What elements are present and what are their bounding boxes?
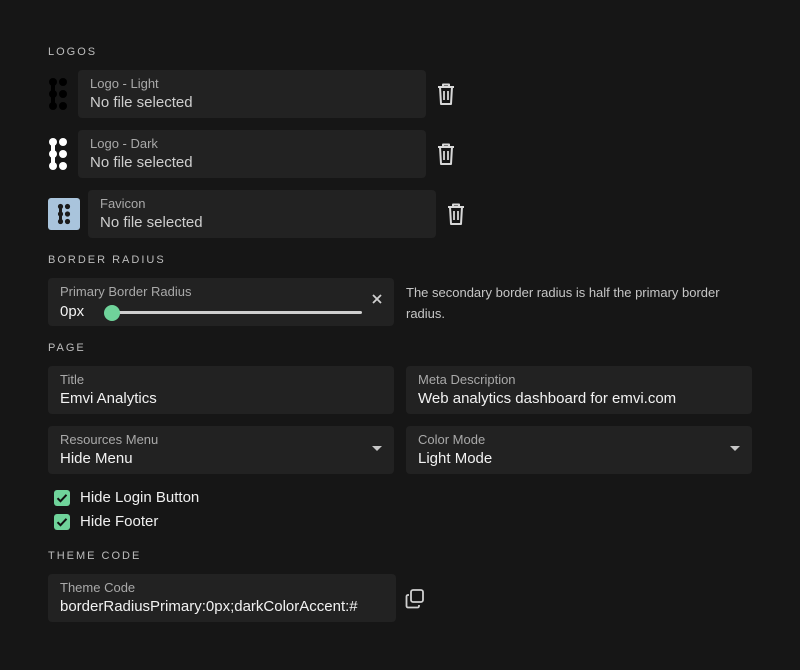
check-icon — [56, 518, 68, 527]
title-label: Title — [60, 372, 85, 387]
logo-dark-value: No file selected — [90, 154, 193, 171]
section-title-logos: LOGOS — [48, 46, 98, 58]
favicon-label: Favicon — [100, 196, 146, 211]
hide-login-button-checkbox[interactable] — [54, 490, 70, 506]
title-field[interactable]: Title Emvi Analytics — [48, 366, 394, 414]
hide-footer-label: Hide Footer — [80, 513, 159, 530]
chevron-down-icon[interactable] — [730, 446, 740, 451]
resources-menu-value: Hide Menu — [60, 450, 133, 467]
copy-icon[interactable] — [404, 588, 426, 610]
favicon-thumbnail — [48, 198, 80, 230]
trash-icon[interactable] — [445, 202, 467, 226]
meta-description-field[interactable]: Meta Description Web analytics dashboard… — [406, 366, 752, 414]
resources-menu-label: Resources Menu — [60, 432, 159, 447]
trash-icon[interactable] — [435, 82, 457, 106]
logo-dark-thumbnail — [49, 138, 67, 170]
section-title-theme-code: THEME CODE — [48, 550, 142, 562]
border-radius-helper-text: The secondary border radius is half the … — [406, 285, 720, 321]
hide-footer-checkbox[interactable] — [54, 514, 70, 530]
logo-dark-label: Logo - Dark — [90, 136, 158, 151]
primary-border-radius-field: Primary Border Radius 0px — [48, 278, 394, 326]
logo-light-file-field[interactable]: Logo - Light No file selected — [78, 70, 426, 118]
hide-login-button-label: Hide Login Button — [80, 489, 200, 506]
section-title-border-radius: BORDER RADIUS — [48, 254, 166, 266]
border-radius-slider-handle[interactable] — [104, 305, 120, 321]
theme-code-field[interactable]: Theme Code borderRadiusPrimary:0px;darkC… — [48, 574, 396, 622]
favicon-file-field[interactable]: Favicon No file selected — [88, 190, 436, 238]
theme-code-label: Theme Code — [60, 580, 136, 595]
favicon-value: No file selected — [100, 214, 203, 231]
title-value: Emvi Analytics — [60, 390, 157, 407]
logo-light-label: Logo - Light — [90, 76, 159, 91]
meta-description-label: Meta Description — [418, 372, 516, 387]
resources-menu-select[interactable]: Resources Menu Hide Menu — [48, 426, 394, 474]
chevron-down-icon[interactable] — [372, 446, 382, 451]
theme-code-value: borderRadiusPrimary:0px;darkColorAccent:… — [60, 598, 358, 615]
primary-border-radius-value: 0px — [60, 303, 85, 320]
close-icon[interactable] — [370, 292, 384, 306]
section-title-page: PAGE — [48, 342, 86, 354]
primary-border-radius-label: Primary Border Radius — [60, 284, 192, 299]
color-mode-value: Light Mode — [418, 450, 493, 467]
meta-description-value: Web analytics dashboard for emvi.com — [418, 390, 677, 407]
color-mode-label: Color Mode — [418, 432, 486, 447]
logo-light-value: No file selected — [90, 94, 193, 111]
color-mode-select[interactable]: Color Mode Light Mode — [406, 426, 752, 474]
check-icon — [56, 494, 68, 503]
logo-light-thumbnail — [49, 78, 67, 110]
logo-dark-file-field[interactable]: Logo - Dark No file selected — [78, 130, 426, 178]
trash-icon[interactable] — [435, 142, 457, 166]
border-radius-slider-track[interactable] — [112, 311, 362, 314]
